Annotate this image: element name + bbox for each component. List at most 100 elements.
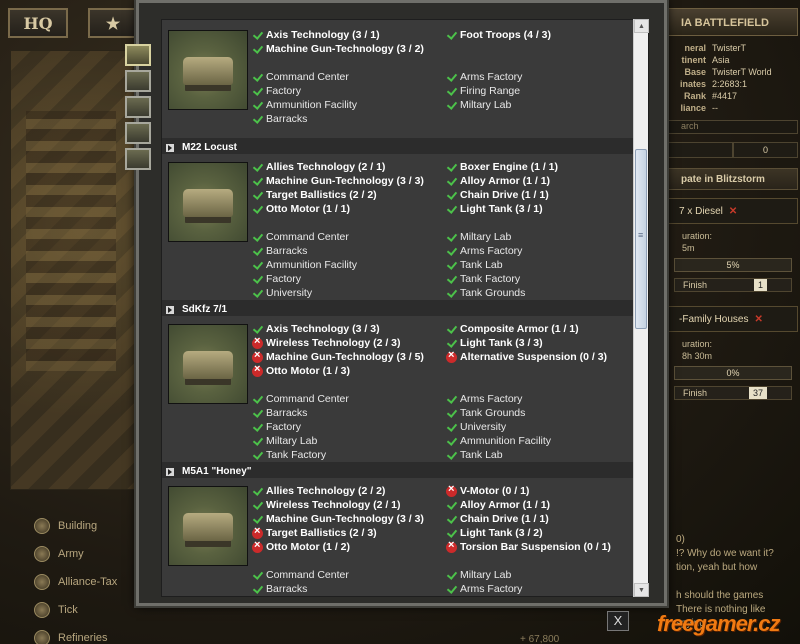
requirement-row: Axis Technology (3 / 1) <box>252 28 424 42</box>
requirement-text: Factory <box>266 273 302 285</box>
order-box[interactable]: -Family Houses ✕ <box>668 306 798 332</box>
requirement-text: Target Ballistics (2 / 3) <box>266 527 377 539</box>
category-aircraft-icon[interactable] <box>125 148 151 170</box>
info-key: inates <box>679 79 706 89</box>
chat-line: h should the games <box>676 590 764 601</box>
check-icon <box>252 324 263 335</box>
info-value: -- <box>712 103 718 113</box>
finish-cost: 1 <box>753 279 767 291</box>
check-icon <box>252 486 263 497</box>
menu-item-tick[interactable]: Tick <box>30 596 140 624</box>
scroll-up-arrow[interactable]: ▲ <box>634 19 649 33</box>
requirement-text: Alloy Armor (1 / 1) <box>460 175 551 187</box>
requirement-row <box>252 56 424 70</box>
info-row: inates 2:2683:1 <box>672 78 798 90</box>
requirement-text: Machine Gun-Technology (3 / 3) <box>266 175 424 187</box>
chat-line: tion, yeah but how <box>676 562 758 573</box>
menu-item-building[interactable]: Building <box>30 512 140 540</box>
info-row: neral TwisterT <box>672 42 798 54</box>
check-icon <box>446 570 457 581</box>
requirement-text: University <box>266 287 313 299</box>
category-infantry-icon[interactable] <box>125 44 151 66</box>
requirement-row: University <box>446 420 607 434</box>
finish-button[interactable]: Finish 37 <box>674 386 792 400</box>
check-icon <box>446 394 457 405</box>
requirement-row: Chain Drive (1 / 1) <box>446 512 611 526</box>
requirement-row: Machine Gun-Technology (3 / 3) <box>252 512 424 526</box>
category-vehicle-icon[interactable] <box>125 70 151 92</box>
search-input[interactable]: arch <box>668 120 798 134</box>
requirement-row: Miltary Lab <box>446 98 551 112</box>
close-button[interactable]: X <box>607 611 629 631</box>
check-icon <box>252 246 263 257</box>
requirement-row: Allies Technology (2 / 1) <box>252 160 424 174</box>
requirement-text: Command Center <box>266 71 349 83</box>
requirement-row: Barracks <box>252 582 424 596</box>
unit-image <box>168 30 248 110</box>
menu-item-refineries[interactable]: Refineries <box>30 624 140 644</box>
panel-title: IA BATTLEFIELD <box>668 8 798 36</box>
info-row: Base TwisterT World <box>672 66 798 78</box>
collapse-arrow-icon[interactable] <box>166 305 174 314</box>
unit-title[interactable]: M5A1 "Honey" <box>162 462 635 478</box>
unit-title[interactable]: SdKfz 7/1 <box>162 300 635 316</box>
info-value: #4417 <box>712 91 738 101</box>
duration-label: uration: <box>682 339 713 349</box>
requirement-row: Ammunition Facility <box>252 258 424 272</box>
requirement-text: Target Ballistics (2 / 2) <box>266 189 377 201</box>
category-tank-icon[interactable] <box>125 96 151 118</box>
requirement-text: Wireless Technology (2 / 1) <box>266 499 401 511</box>
requirement-row: Barracks <box>252 112 424 126</box>
city-map[interactable] <box>10 50 135 490</box>
requirement-text: Firing Range <box>460 85 521 97</box>
requirement-row: Light Tank (3 / 3) <box>446 336 607 350</box>
requirement-row: Arms Factory <box>446 244 558 258</box>
requirement-row: Arms Factory <box>446 70 551 84</box>
progress-bar: 5% <box>674 258 792 272</box>
collapse-arrow-icon[interactable] <box>166 467 174 476</box>
menu-item-alliance-tax[interactable]: Alliance-Tax <box>30 568 140 596</box>
star-tab[interactable]: ★ <box>88 8 138 38</box>
category-thumbnails <box>125 44 155 174</box>
scroll-area[interactable]: Axis Technology (3 / 1) Machine Gun-Techn… <box>161 19 649 597</box>
requirement-text: Arms Factory <box>460 583 523 595</box>
duration-label: uration: <box>682 231 713 241</box>
star-icon: ★ <box>105 13 121 33</box>
hq-tab[interactable]: HQ <box>8 8 68 38</box>
requirement-text: Command Center <box>266 231 349 243</box>
cancel-icon[interactable]: ✕ <box>754 314 762 325</box>
cross-icon <box>446 349 457 363</box>
scroll-down-arrow[interactable]: ▼ <box>634 583 649 597</box>
check-icon <box>252 570 263 581</box>
menu-item-army[interactable]: Army <box>30 540 140 568</box>
check-icon <box>252 100 263 111</box>
requirement-row: Command Center <box>252 230 424 244</box>
requirement-row: Ammunition Facility <box>252 596 424 597</box>
progress-bar: 0% <box>674 366 792 380</box>
duration-value: 5m <box>682 243 695 253</box>
requirement-row <box>446 364 607 378</box>
scroll-thumb[interactable] <box>635 149 647 329</box>
check-icon <box>252 44 263 55</box>
requirement-text: Tank Lab <box>460 259 503 271</box>
requirement-row <box>446 216 558 230</box>
finish-button[interactable]: Finish 1 <box>674 278 792 292</box>
category-artillery-icon[interactable] <box>125 122 151 144</box>
requirement-row: Tank Lab <box>446 258 558 272</box>
requirement-row: Ammunition Facility <box>252 98 424 112</box>
chat-line: !? Why do we want it? <box>676 548 774 559</box>
requirement-row: Miltary Lab <box>252 434 424 448</box>
check-icon <box>252 422 263 433</box>
requirement-text: Machine Gun-Technology (3 / 5) <box>266 351 424 363</box>
scrollbar[interactable]: ▲ ▼ <box>633 19 649 597</box>
requirements-left-column: Allies Technology (2 / 2) Wireless Techno… <box>252 484 424 597</box>
cancel-icon[interactable]: ✕ <box>729 206 737 217</box>
check-icon <box>252 204 263 215</box>
requirement-text: Tank Factory <box>460 273 521 285</box>
collapse-arrow-icon[interactable] <box>166 143 174 152</box>
unit-title[interactable]: M22 Locust <box>162 138 635 154</box>
order-box[interactable]: 7 x Diesel ✕ <box>668 198 798 224</box>
player-info: neral TwisterT tinent Asia Base TwisterT Wo… <box>668 42 798 114</box>
requirement-text: Chain Drive (1 / 1) <box>460 513 549 525</box>
requirement-text: Miltary Lab <box>460 231 512 243</box>
